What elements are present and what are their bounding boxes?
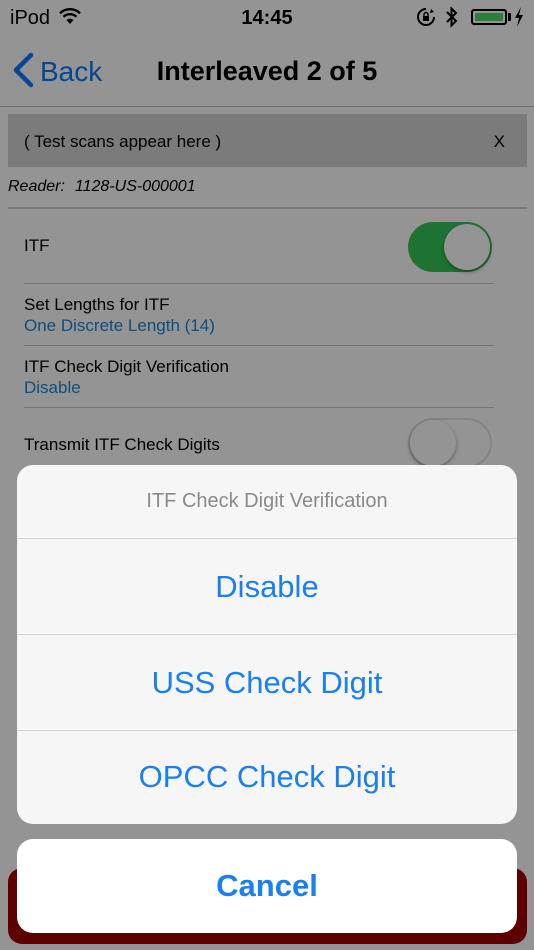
option-disable[interactable]: Disable [17,539,517,634]
action-sheet: ITF Check Digit Verification Disable USS… [17,465,517,824]
option-opcc-check-digit[interactable]: OPCC Check Digit [17,729,517,824]
action-sheet-title: ITF Check Digit Verification [146,490,388,512]
cancel-button[interactable]: Cancel [17,839,517,933]
option-uss-check-digit[interactable]: USS Check Digit [17,635,517,730]
